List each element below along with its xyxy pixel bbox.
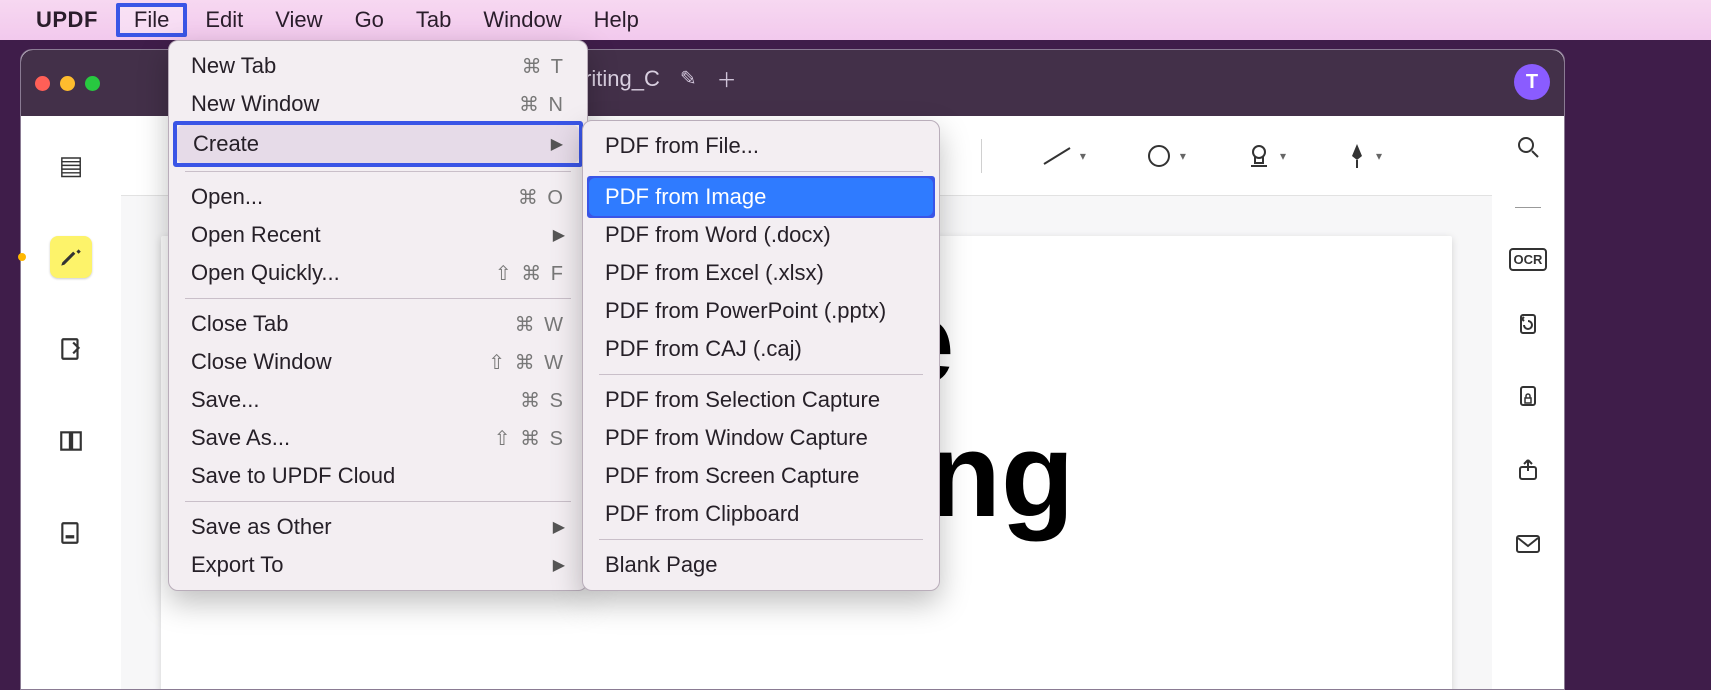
menubar-view[interactable]: View	[261, 3, 336, 37]
menu-export-to[interactable]: Export To▶	[175, 546, 581, 584]
submenu-pdf-window-capture[interactable]: PDF from Window Capture	[589, 419, 933, 457]
menu-save-as[interactable]: Save As...⇧ ⌘ S	[175, 419, 581, 457]
tool-signature[interactable]: ▾	[1346, 142, 1382, 170]
chevron-down-icon: ▾	[1080, 149, 1086, 163]
chevron-right-icon: ▶	[553, 517, 565, 537]
chevron-right-icon: ▶	[553, 555, 565, 575]
new-tab-icon[interactable]: ＋	[717, 64, 737, 93]
ocr-icon[interactable]: OCR	[1509, 248, 1548, 271]
close-window-button[interactable]	[35, 76, 50, 91]
file-menu: New Tab⌘ T New Window⌘ N Create▶ Open...…	[168, 40, 588, 591]
minimize-window-button[interactable]	[60, 76, 75, 91]
menubar-edit[interactable]: Edit	[191, 3, 257, 37]
submenu-pdf-screen-capture[interactable]: PDF from Screen Capture	[589, 457, 933, 495]
submenu-pdf-from-word[interactable]: PDF from Word (.docx)	[589, 216, 933, 254]
avatar-initial: T	[1526, 71, 1538, 94]
menu-close-window[interactable]: Close Window⇧ ⌘ W	[175, 343, 581, 381]
menubar-window[interactable]: Window	[469, 3, 575, 37]
rail-divider	[1515, 207, 1541, 208]
maximize-window-button[interactable]	[85, 76, 100, 91]
chevron-down-icon: ▾	[1280, 149, 1286, 163]
submenu-pdf-from-caj[interactable]: PDF from CAJ (.caj)	[589, 330, 933, 368]
left-sidebar: ▤	[21, 116, 121, 689]
chevron-down-icon: ▾	[1180, 149, 1186, 163]
mac-menubar: UPDF File Edit View Go Tab Window Help	[0, 0, 1711, 40]
submenu-blank-page[interactable]: Blank Page	[589, 546, 933, 584]
chevron-right-icon: ▶	[551, 134, 563, 154]
sidebar-form-icon[interactable]	[50, 512, 92, 554]
tool-line[interactable]: ▾	[1042, 146, 1086, 166]
submenu-pdf-from-excel[interactable]: PDF from Excel (.xlsx)	[589, 254, 933, 292]
menubar-go[interactable]: Go	[341, 3, 398, 37]
mail-icon[interactable]	[1515, 530, 1541, 561]
menu-open-recent[interactable]: Open Recent▶	[175, 216, 581, 254]
menu-save[interactable]: Save...⌘ S	[175, 381, 581, 419]
avatar[interactable]: T	[1514, 64, 1550, 100]
tool-shape[interactable]: ▾	[1146, 143, 1186, 169]
submenu-pdf-selection-capture[interactable]: PDF from Selection Capture	[589, 381, 933, 419]
menu-save-other[interactable]: Save as Other▶	[175, 508, 581, 546]
chevron-down-icon: ▾	[1376, 149, 1382, 163]
submenu-pdf-from-ppt[interactable]: PDF from PowerPoint (.pptx)	[589, 292, 933, 330]
app-name[interactable]: UPDF	[36, 7, 98, 33]
toolbar-separator	[981, 139, 982, 173]
menu-save-cloud[interactable]: Save to UPDF Cloud	[175, 457, 581, 495]
menubar-file[interactable]: File	[116, 3, 187, 37]
share-icon[interactable]	[1515, 457, 1541, 490]
sidebar-edit-icon[interactable]	[50, 328, 92, 370]
window-controls	[35, 76, 100, 91]
menu-new-tab[interactable]: New Tab⌘ T	[175, 47, 581, 85]
chevron-right-icon: ▶	[553, 225, 565, 245]
menu-open-quickly[interactable]: Open Quickly...⇧ ⌘ F	[175, 254, 581, 292]
secure-icon[interactable]	[1515, 384, 1541, 417]
menu-open[interactable]: Open...⌘ O	[175, 178, 581, 216]
menu-close-tab[interactable]: Close Tab⌘ W	[175, 305, 581, 343]
menu-new-window[interactable]: New Window⌘ N	[175, 85, 581, 123]
sidebar-reader-icon[interactable]: ▤	[50, 144, 92, 186]
search-icon[interactable]	[1515, 134, 1541, 167]
submenu-pdf-from-file[interactable]: PDF from File...	[589, 127, 933, 165]
rotate-icon[interactable]	[1515, 311, 1541, 344]
menubar-tab[interactable]: Tab	[402, 3, 465, 37]
rename-icon[interactable]: ✎	[680, 66, 697, 91]
submenu-pdf-from-image[interactable]: PDF from Image	[589, 178, 933, 216]
create-submenu: PDF from File... PDF from Image PDF from…	[582, 120, 940, 591]
menu-create[interactable]: Create▶	[177, 125, 579, 163]
submenu-pdf-clipboard[interactable]: PDF from Clipboard	[589, 495, 933, 533]
right-sidebar: OCR	[1492, 116, 1564, 689]
sidebar-pages-icon[interactable]	[50, 420, 92, 462]
sidebar-highlighter-icon[interactable]	[50, 236, 92, 278]
menubar-help[interactable]: Help	[580, 3, 653, 37]
tool-stamp[interactable]: ▾	[1246, 143, 1286, 169]
